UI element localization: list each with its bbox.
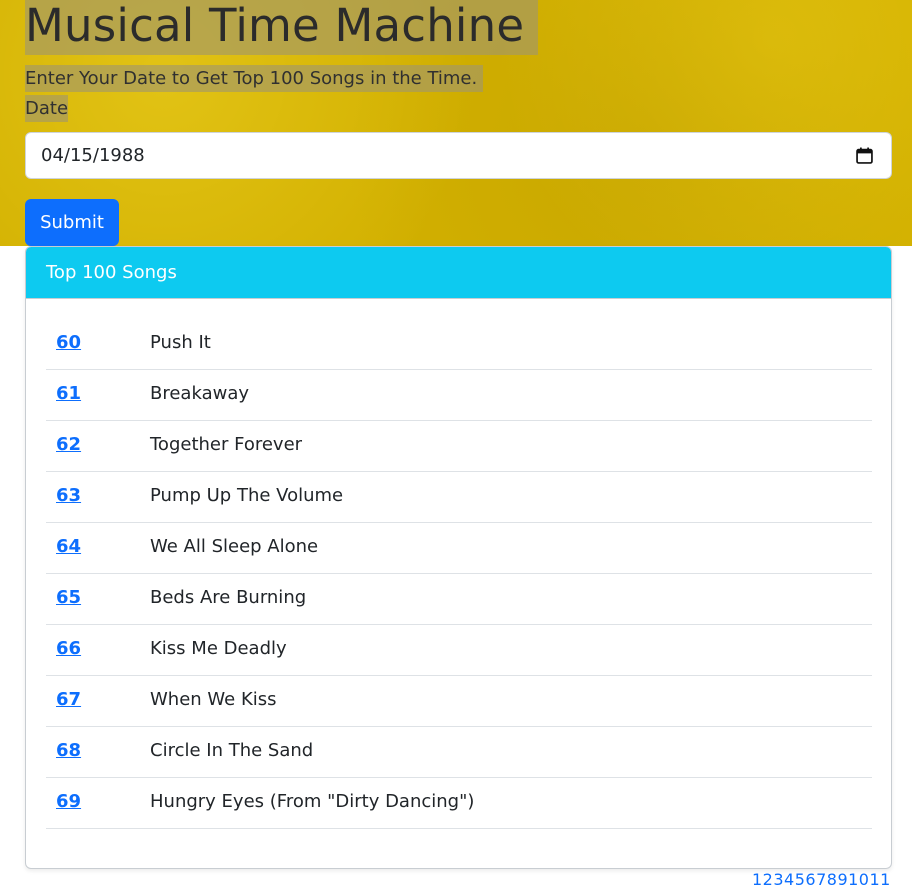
song-title: Beds Are Burning [150, 587, 307, 608]
song-title: Push It [150, 332, 211, 353]
song-rank-link[interactable]: 65 [56, 574, 81, 622]
song-rank-link[interactable]: 64 [56, 523, 81, 571]
song-title: Circle In The Sand [150, 740, 314, 761]
song-title: Breakaway [150, 383, 249, 404]
song-rank-link[interactable]: 66 [56, 625, 81, 673]
song-row: 66 Kiss Me Deadly [46, 625, 872, 676]
song-title: Kiss Me Deadly [150, 638, 287, 659]
calendar-icon[interactable] [856, 147, 873, 164]
card-header: Top 100 Songs [26, 247, 891, 299]
song-rank-link[interactable]: 67 [56, 676, 81, 724]
song-row: 69 Hungry Eyes (From "Dirty Dancing") [46, 778, 872, 829]
song-rank-link[interactable]: 60 [56, 319, 81, 367]
song-rank-link[interactable]: 68 [56, 727, 81, 775]
pagination-links[interactable]: 1234567891011 [752, 870, 891, 890]
song-rank-link[interactable]: 69 [56, 778, 81, 826]
song-title: Hungry Eyes (From "Dirty Dancing") [150, 791, 475, 812]
song-rank-link[interactable]: 63 [56, 472, 81, 520]
song-row: 60 Push It [46, 319, 872, 370]
top-songs-card: Top 100 Songs 60 Push It 61 Breakaway 62… [25, 246, 892, 869]
song-row: 63 Pump Up The Volume [46, 472, 872, 523]
date-label: Date [25, 95, 69, 122]
song-row: 64 We All Sleep Alone [46, 523, 872, 574]
song-rank-link[interactable]: 62 [56, 421, 81, 469]
date-input[interactable]: 04/15/1988 [25, 132, 892, 179]
song-row: 61 Breakaway [46, 370, 872, 421]
song-row: 68 Circle In The Sand [46, 727, 872, 778]
song-title: Together Forever [150, 434, 303, 455]
song-title: When We Kiss [150, 689, 277, 710]
song-rank-link[interactable]: 61 [56, 370, 81, 418]
song-row: 65 Beds Are Burning [46, 574, 872, 625]
song-row: 67 When We Kiss [46, 676, 872, 727]
song-list: 60 Push It 61 Breakaway 62 Together Fore… [46, 319, 872, 829]
submit-button[interactable]: Submit [25, 199, 119, 246]
page-subtitle: Enter Your Date to Get Top 100 Songs in … [25, 65, 484, 92]
page-title: Musical Time Machine [25, 0, 539, 55]
date-input-value: 04/15/1988 [41, 145, 145, 166]
song-title: Pump Up The Volume [150, 485, 344, 506]
song-row: 62 Together Forever [46, 421, 872, 472]
song-title: We All Sleep Alone [150, 536, 319, 557]
hero-banner: Musical Time Machine Enter Your Date to … [0, 0, 912, 246]
